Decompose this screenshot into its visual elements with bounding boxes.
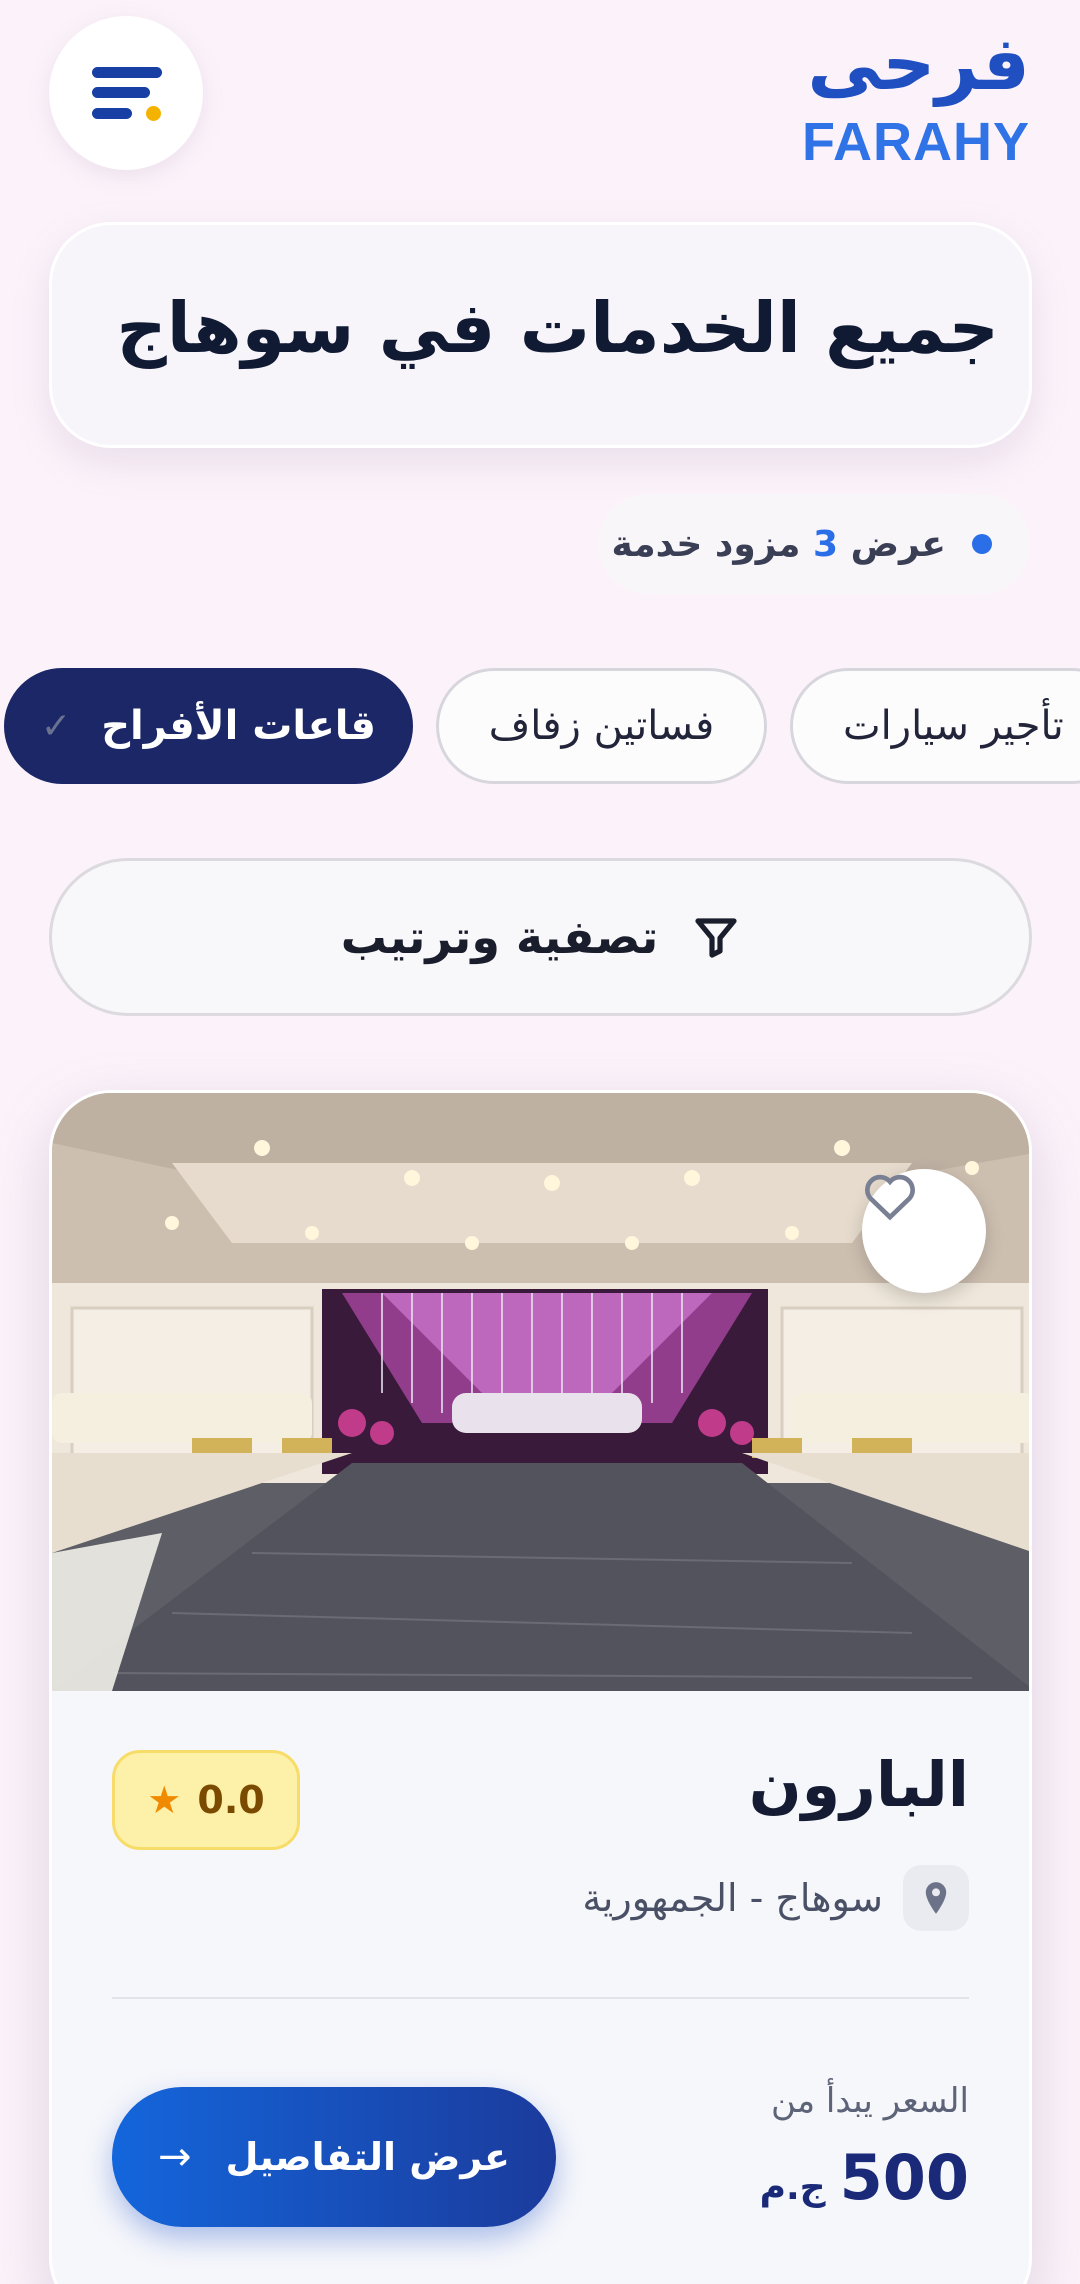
count-suffix: مزود خدمة [611, 523, 801, 565]
menu-icon-bar [92, 108, 132, 119]
heart-icon [865, 1174, 915, 1221]
check-icon: ✓ [41, 705, 72, 747]
category-label: تأجير سيارات [843, 703, 1064, 749]
arrow-right-icon: → [157, 2134, 192, 2180]
view-details-label: عرض التفاصيل [225, 2135, 511, 2179]
favorite-button[interactable] [862, 1169, 986, 1293]
status-dot [972, 534, 992, 554]
price-currency: ج.م [759, 2167, 826, 2208]
price-label: السعر يبدأ من [770, 2081, 969, 2121]
menu-icon [92, 67, 162, 78]
logo-arabic: فرحى [807, 21, 1030, 107]
count-number: 3 [812, 523, 839, 565]
filter-icon [695, 918, 737, 958]
provider-count-text: عرض 3 مزود خدمة [611, 524, 946, 565]
location-pin-icon [903, 1865, 969, 1931]
rating-value: 0.0 [197, 1778, 265, 1822]
page-title: جميع الخدمات في سوهاج [116, 287, 999, 369]
category-chip-wedding-dresses[interactable]: فساتين زفاف [436, 668, 767, 784]
provider-count-badge: عرض 3 مزود خدمة [598, 494, 1030, 594]
venue-photo[interactable] [52, 1093, 1029, 1691]
category-label: فساتين زفاف [488, 703, 715, 749]
menu-icon-bar [92, 87, 150, 98]
category-label: قاعات الأفراح [101, 703, 376, 749]
filter-label: تصفية وترتيب [340, 910, 659, 964]
price: 500 ج.م [760, 2141, 969, 2214]
menu-icon-dot [146, 106, 161, 121]
listing-card[interactable]: البارون ★ 0.0 سوهاج - الجمهورية السعر يب… [49, 1090, 1032, 2284]
star-icon: ★ [147, 1778, 182, 1822]
app-logo[interactable]: فرحى FARAHY [802, 16, 1030, 172]
logo-english: FARAHY [801, 112, 1030, 172]
category-chip-wedding-halls[interactable]: قاعات الأفراح ✓ [4, 668, 413, 784]
rating-badge: ★ 0.0 [112, 1750, 300, 1850]
venue-location: سوهاج - الجمهورية [582, 1865, 969, 1931]
venue-name: البارون [748, 1748, 969, 1821]
menu-button[interactable] [49, 16, 203, 170]
page-title-card: جميع الخدمات في سوهاج [49, 222, 1032, 448]
category-chip-car-rental[interactable]: تأجير سيارات [790, 668, 1080, 784]
view-details-button[interactable]: عرض التفاصيل → [112, 2087, 556, 2227]
price-value: 500 [839, 2141, 969, 2214]
filter-sort-button[interactable]: تصفية وترتيب [49, 858, 1032, 1016]
card-divider [112, 1997, 969, 1999]
count-prefix: عرض [850, 523, 946, 565]
location-text: سوهاج - الجمهورية [582, 1876, 883, 1920]
